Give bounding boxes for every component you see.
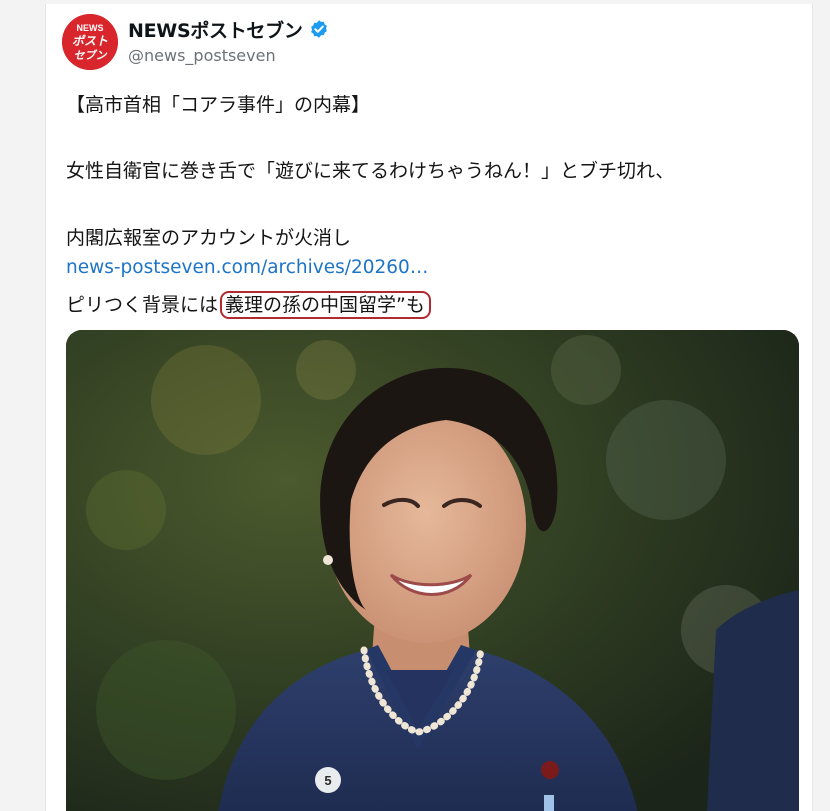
line-5-prefix: ピリつく背景には [66,294,219,316]
bokeh-light [151,345,261,455]
tweet-text-line-2: 女性自衛官に巻き舌で「遊びに来てるわけちゃうねん！」とブチ切れ、 [66,160,675,182]
tweet-text-line-5: ピリつく背景には 義理の孫の中国留学”も [66,290,802,319]
author-display-name[interactable]: NEWSポストセブン [128,16,303,43]
svg-text:NEWS: NEWS [77,23,104,33]
author-name-row[interactable]: NEWSポストセブン [128,16,329,42]
tweet-card: NEWS ポスト セブン NEWSポストセブン @news_postseven … [45,4,813,811]
avatar[interactable]: NEWS ポスト セブン [62,14,118,70]
blue-ribbon [544,795,554,811]
avatar-logo: NEWS ポスト セブン [62,14,118,70]
svg-text:ポスト: ポスト [72,34,108,48]
lapel-badge-number: 5 [324,773,331,788]
tweet-photo[interactable]: 5 [66,330,799,811]
tweet-text-line-3: 内閣広報室のアカウントが火消し [66,227,352,249]
author-handle[interactable]: @news_postseven [128,46,276,65]
highlighted-phrase: 義理の孫の中国留学”も [220,291,431,319]
article-link[interactable]: news-postseven.com/archives/20260… [66,257,428,278]
tweet-text-line-1: 【高市首相「コアラ事件」の内幕】 [66,94,371,116]
photo-illustration: 5 [66,330,799,811]
verified-badge-icon [310,20,327,38]
lapel-pin [541,761,559,779]
svg-text:セブン: セブン [74,49,108,62]
